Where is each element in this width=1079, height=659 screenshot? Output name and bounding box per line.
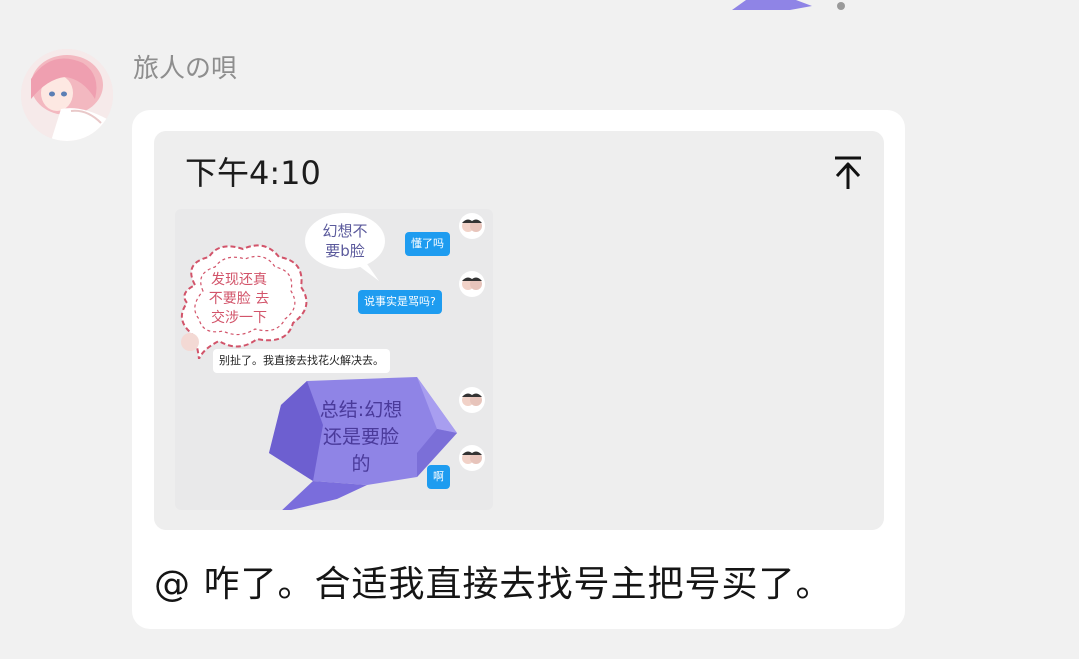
speech-bubble-text: 幻想不 要b脸 bbox=[322, 222, 368, 260]
screenshot-reply-bubble: 说事实是骂吗? bbox=[358, 290, 442, 314]
scroll-to-top-button[interactable] bbox=[832, 155, 864, 191]
sender-avatar[interactable] bbox=[21, 49, 113, 141]
screenshot-avatar bbox=[459, 213, 485, 239]
message-text: @ 咋了。合适我直接去找号主把号买了。 bbox=[154, 564, 833, 605]
scroll-to-top-icon bbox=[835, 156, 861, 189]
crystal-sticker-text: 总结:幻想 还是要脸 的 bbox=[319, 399, 403, 475]
two-faces-avatar-icon bbox=[462, 277, 482, 290]
quoted-message-card[interactable]: 下午4:10 懂了吗 说事实是骂吗? 啊 幻想不 要b脸 发现还真 不要脸 去 … bbox=[154, 131, 884, 530]
quoted-chat-screenshot[interactable]: 懂了吗 说事实是骂吗? 啊 幻想不 要b脸 发现还真 不要脸 去 交涉一下 别扯… bbox=[175, 209, 493, 510]
screenshot-avatar bbox=[181, 333, 199, 351]
previous-message-sticker-fragment bbox=[732, 0, 845, 10]
screenshot-message-bubble: 别扯了。我直接去找花火解决去。 bbox=[213, 349, 390, 373]
two-faces-avatar-icon bbox=[462, 219, 482, 232]
screenshot-avatar bbox=[459, 271, 485, 297]
cloud-sticker-text: 发现还真 不要脸 去 交涉一下 bbox=[208, 272, 270, 326]
screenshot-reply-bubble: 懂了吗 bbox=[405, 232, 450, 256]
sender-name: 旅人の唄 bbox=[133, 54, 238, 84]
message-bubble[interactable]: 下午4:10 懂了吗 说事实是骂吗? 啊 幻想不 要b脸 发现还真 不要脸 去 … bbox=[132, 110, 905, 629]
quoted-message-time: 下午4:10 bbox=[185, 154, 321, 192]
anime-girl-avatar-icon bbox=[21, 49, 113, 141]
